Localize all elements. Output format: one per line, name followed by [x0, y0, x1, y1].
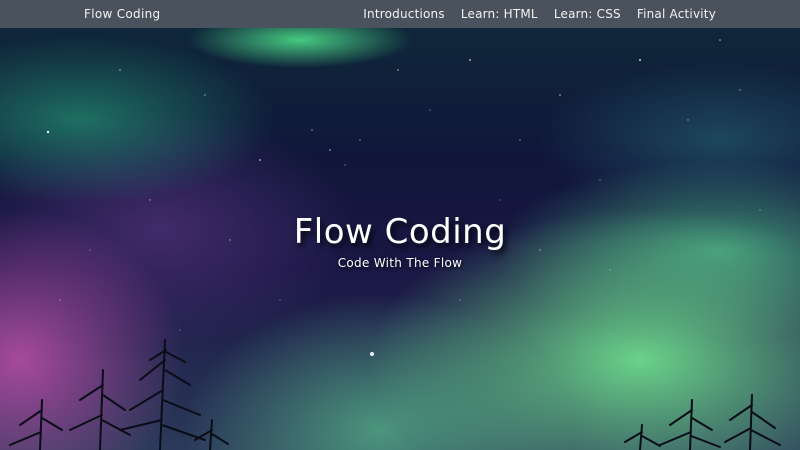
hero-text: Flow Coding Code With The Flow: [0, 212, 800, 270]
nav-link-introductions[interactable]: Introductions: [363, 7, 445, 21]
top-navbar: Flow Coding Introductions Learn: HTML Le…: [0, 0, 800, 28]
nav-link-final-activity[interactable]: Final Activity: [637, 7, 716, 21]
nav-links: Introductions Learn: HTML Learn: CSS Fin…: [363, 7, 716, 21]
nav-link-learn-css[interactable]: Learn: CSS: [554, 7, 621, 21]
hero-title: Flow Coding: [293, 212, 507, 252]
hero-subtitle: Code With The Flow: [337, 256, 463, 270]
brand-link[interactable]: Flow Coding: [84, 7, 160, 21]
nav-link-learn-html[interactable]: Learn: HTML: [461, 7, 538, 21]
